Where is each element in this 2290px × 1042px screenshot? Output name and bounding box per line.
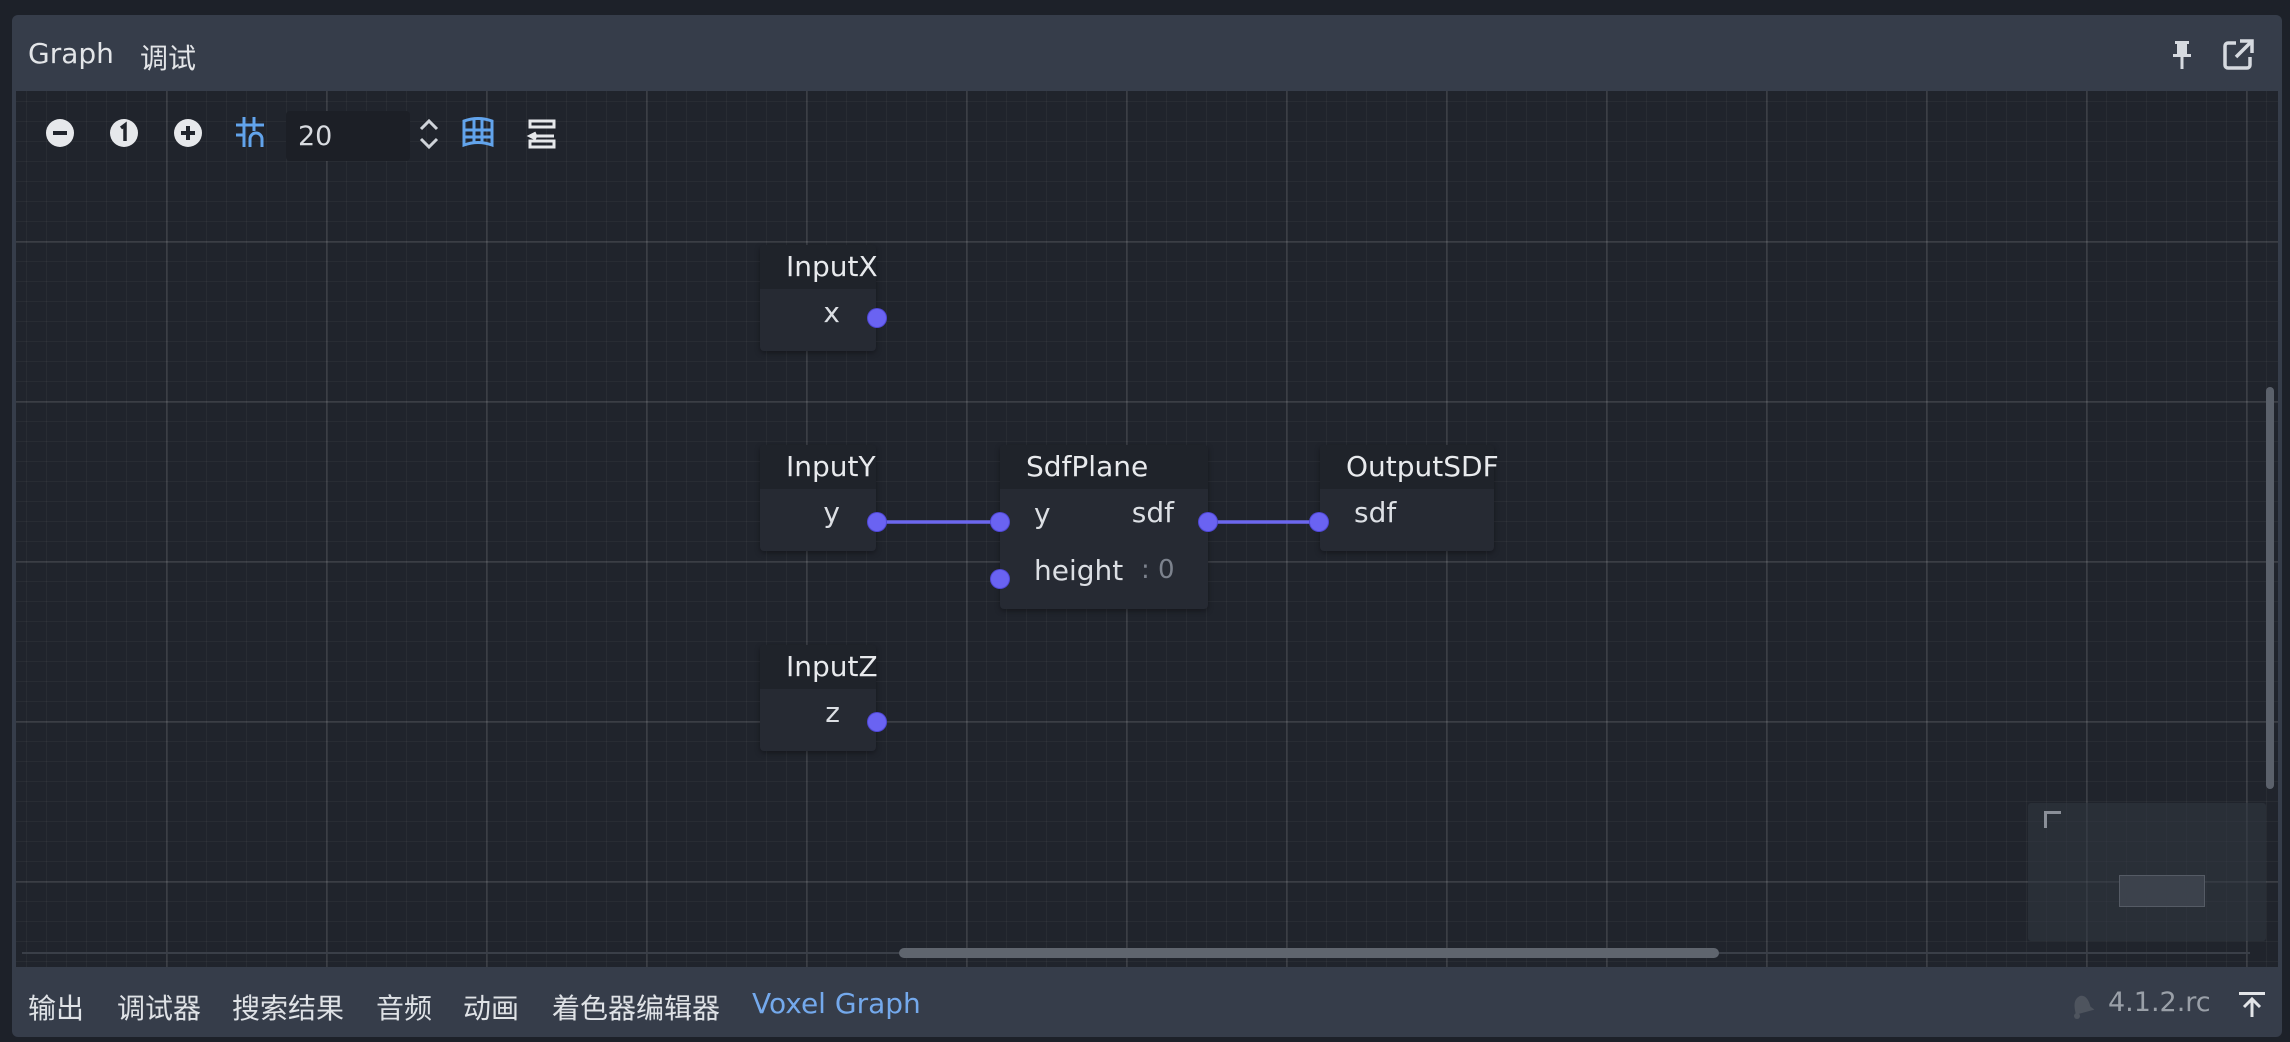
tab-debug[interactable]: 调试 bbox=[140, 37, 196, 77]
node-inputz[interactable]: InputZ z bbox=[760, 645, 878, 751]
tab-shader-editor[interactable]: 着色器编辑器 bbox=[552, 987, 720, 1027]
height-default-value: : 0 bbox=[1141, 555, 1175, 585]
tab-audio[interactable]: 音频 bbox=[376, 987, 432, 1027]
node-title: InputZ bbox=[760, 645, 878, 689]
notification-bell-icon[interactable] bbox=[2066, 991, 2096, 1021]
vertical-scroll-thumb[interactable] bbox=[2266, 387, 2274, 789]
graph-canvas[interactable]: 20 InputX x InputY y InputZ z SdfPlane y… bbox=[16, 91, 2278, 967]
node-title: SdfPlane bbox=[1000, 445, 1208, 489]
minimap-resize-handle[interactable] bbox=[2044, 811, 2061, 828]
port-inputx-out[interactable] bbox=[868, 309, 886, 327]
node-title: OutputSDF bbox=[1320, 445, 1499, 489]
port-inputy-out[interactable] bbox=[868, 513, 886, 531]
editor-tabs: Graph 调试 bbox=[12, 15, 2282, 97]
node-inputx[interactable]: InputX x bbox=[760, 245, 878, 351]
port-sdfplane-out-sdf[interactable] bbox=[1199, 513, 1217, 531]
tab-debugger[interactable]: 调试器 bbox=[117, 987, 201, 1027]
make-floating-icon[interactable] bbox=[2218, 35, 2258, 75]
input-height-label: height bbox=[1034, 554, 1124, 587]
port-outputsdf-in[interactable] bbox=[1310, 513, 1328, 531]
output-label: z bbox=[825, 696, 840, 729]
version-label: 4.1.2.rc bbox=[2108, 987, 2211, 1018]
output-sdf-label: sdf bbox=[1131, 496, 1174, 529]
horizontal-scrollbar[interactable] bbox=[22, 945, 2250, 961]
port-sdfplane-in-y[interactable] bbox=[991, 513, 1009, 531]
input-sdf-label: sdf bbox=[1354, 496, 1397, 529]
expand-panel-icon[interactable] bbox=[2234, 987, 2270, 1023]
input-y-label: y bbox=[1034, 497, 1051, 530]
minimap-viewport[interactable] bbox=[2119, 875, 2205, 907]
output-label: x bbox=[823, 296, 840, 329]
port-inputz-out[interactable] bbox=[868, 713, 886, 731]
tab-animation[interactable]: 动画 bbox=[463, 987, 519, 1027]
graph-editor-panel: Graph 调试 20 InputX x InputY y InputZ z S… bbox=[12, 15, 2282, 1037]
tab-output[interactable]: 输出 bbox=[28, 987, 84, 1027]
node-sdfplane[interactable]: SdfPlane y sdf height : 0 bbox=[1000, 445, 1208, 609]
tab-voxel-graph[interactable]: Voxel Graph bbox=[752, 987, 921, 1020]
port-sdfplane-in-height[interactable] bbox=[991, 570, 1009, 588]
horizontal-scroll-thumb[interactable] bbox=[899, 948, 1719, 958]
output-label: y bbox=[823, 496, 840, 529]
node-outputsdf[interactable]: OutputSDF sdf bbox=[1320, 445, 1499, 551]
bottom-panel-bar: 输出 调试器 搜索结果 音频 动画 着色器编辑器 Voxel Graph 4.1… bbox=[12, 967, 2282, 1037]
node-title: InputX bbox=[760, 245, 878, 289]
node-title: InputY bbox=[760, 445, 876, 489]
pin-icon[interactable] bbox=[2162, 35, 2202, 75]
graph-minimap[interactable] bbox=[2028, 803, 2266, 941]
tab-search-results[interactable]: 搜索结果 bbox=[232, 987, 344, 1027]
vertical-scrollbar[interactable] bbox=[2263, 91, 2277, 967]
node-inputy[interactable]: InputY y bbox=[760, 445, 876, 551]
tab-graph[interactable]: Graph bbox=[28, 37, 114, 70]
